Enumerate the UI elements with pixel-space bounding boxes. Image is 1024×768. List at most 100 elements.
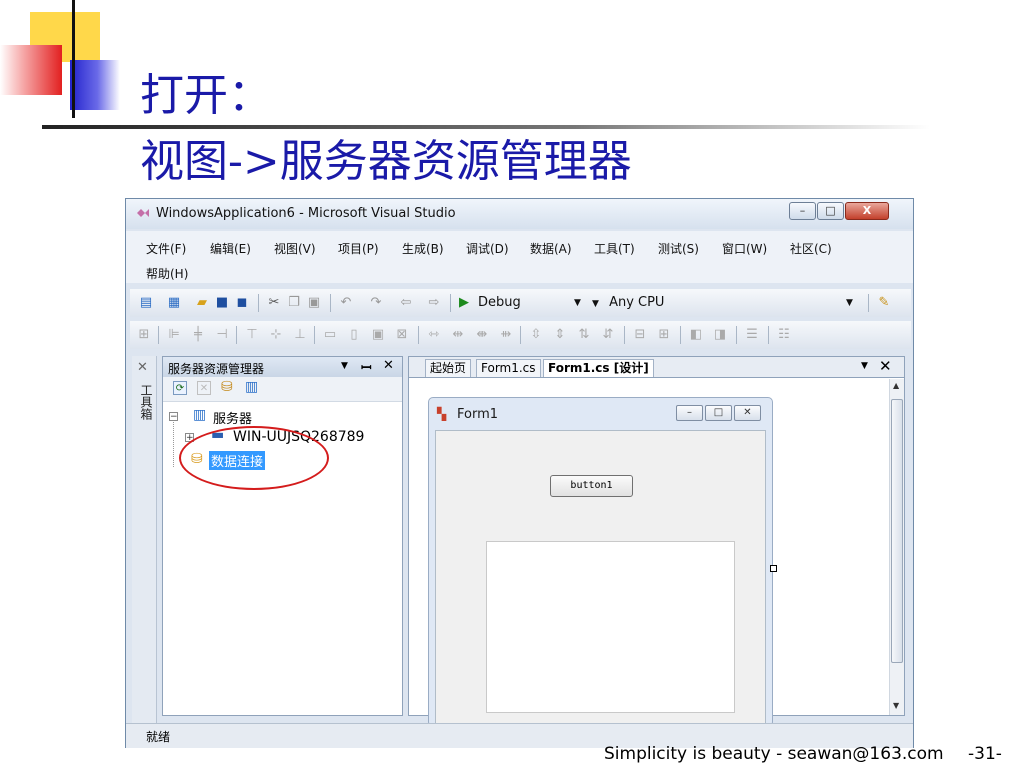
lock-controls-icon[interactable]: ☷ — [776, 327, 792, 343]
pane-close-icon[interactable]: ✕ — [383, 358, 394, 373]
button1[interactable]: button1 — [550, 475, 633, 497]
form-content-panel[interactable] — [486, 541, 735, 713]
make-same-height-icon[interactable]: ▯ — [346, 327, 362, 343]
size-to-grid-icon[interactable]: ⊠ — [394, 327, 410, 343]
solution-config-combo[interactable]: Debug ▼ — [478, 293, 588, 313]
pin-icon[interactable]: ꟷ — [361, 358, 372, 376]
save-all-icon[interactable]: ◼ — [234, 295, 250, 311]
designer-scrollbar[interactable]: ▲ ▼ — [889, 379, 904, 715]
form1-client-area[interactable]: button1 — [435, 430, 766, 730]
increase-v-spacing-icon[interactable]: ⇕ — [552, 327, 568, 343]
decoration-red-block — [0, 45, 62, 95]
decoration-vertical-line — [72, 0, 75, 118]
tab-form1-code[interactable]: Form1.cs — [476, 359, 541, 377]
scroll-down-icon[interactable]: ▼ — [893, 701, 899, 710]
decoration-blue-block — [70, 60, 120, 110]
open-folder-icon[interactable]: ▰ — [194, 295, 210, 311]
scroll-thumb[interactable] — [891, 399, 903, 663]
maximize-button[interactable]: □ — [817, 202, 844, 220]
pane-dropdown-icon[interactable]: ▼ — [341, 361, 348, 371]
send-to-back-icon[interactable]: ◨ — [712, 327, 728, 343]
menu-data[interactable]: 数据(A) — [530, 240, 572, 257]
toolbar-separator — [624, 326, 625, 344]
tab-start-page[interactable]: 起始页 — [425, 359, 472, 377]
toolbar-separator — [768, 326, 769, 344]
cut-icon[interactable]: ✂ — [266, 295, 282, 311]
align-bottoms-icon[interactable]: ⊥ — [292, 327, 308, 343]
menu-community[interactable]: 社区(C) — [790, 240, 832, 257]
menu-window[interactable]: 窗口(W) — [722, 240, 767, 257]
start-debugging-icon[interactable]: ▶ — [456, 295, 472, 311]
align-middles-icon[interactable]: ⊹ — [268, 327, 284, 343]
align-rights-icon[interactable]: ⊣ — [214, 327, 230, 343]
connect-to-server-icon[interactable]: ▥ — [245, 379, 258, 395]
align-lefts-icon[interactable]: ⊫ — [166, 327, 182, 343]
menu-file[interactable]: 文件(F) — [146, 240, 186, 257]
tab-form1-design[interactable]: Form1.cs [设计] — [543, 359, 654, 377]
scroll-up-icon[interactable]: ▲ — [893, 381, 899, 390]
vertical-spacing-icon[interactable]: ⇳ — [528, 327, 544, 343]
bring-to-front-icon[interactable]: ◧ — [688, 327, 704, 343]
menu-project[interactable]: 项目(P) — [338, 240, 379, 257]
form-icon: ▚ — [437, 407, 447, 421]
toolbar-separator — [158, 326, 159, 344]
form1-window[interactable]: ▚ Form1 – □ ✕ button1 — [428, 397, 773, 730]
remove-v-spacing-icon[interactable]: ⇵ — [600, 327, 616, 343]
tree-line — [173, 415, 175, 467]
toolbar-separator — [314, 326, 315, 344]
slide-title-line2: 视图->服务器资源管理器 — [140, 136, 632, 187]
make-same-size-icon[interactable]: ▣ — [370, 327, 386, 343]
document-tabs: 起始页 Form1.cs Form1.cs [设计] ▼ ✕ — [409, 357, 904, 378]
solution-platform-combo[interactable]: ▼ Any CPU ▼ — [592, 293, 862, 313]
toolbar-separator — [736, 326, 737, 344]
menu-edit[interactable]: 编辑(E) — [210, 240, 251, 257]
redo-icon[interactable]: ↷ — [368, 295, 384, 311]
menu-test[interactable]: 测试(S) — [658, 240, 699, 257]
paste-icon[interactable]: ▣ — [306, 295, 322, 311]
add-item-icon[interactable]: ▦ — [166, 295, 182, 311]
tabs-dropdown-icon[interactable]: ▼ — [861, 361, 868, 371]
navigate-forward-icon[interactable]: ⇨ — [426, 295, 442, 311]
save-icon[interactable]: ■ — [214, 295, 230, 311]
horizontal-spacing-icon[interactable]: ⇿ — [426, 327, 442, 343]
menu-tools[interactable]: 工具(T) — [594, 240, 635, 257]
navigate-back-icon[interactable]: ⇦ — [398, 295, 414, 311]
align-to-grid-icon[interactable]: ⊞ — [136, 327, 152, 343]
menu-debug[interactable]: 调试(D) — [466, 240, 509, 257]
decrease-v-spacing-icon[interactable]: ⇅ — [576, 327, 592, 343]
close-button[interactable]: X — [845, 202, 889, 220]
designer-pane: 起始页 Form1.cs Form1.cs [设计] ▼ ✕ ▚ Form1 –… — [408, 356, 905, 730]
undo-icon[interactable]: ↶ — [338, 295, 354, 311]
align-tops-icon[interactable]: ⊤ — [244, 327, 260, 343]
center-vertically-icon[interactable]: ⊞ — [656, 327, 672, 343]
increase-h-spacing-icon[interactable]: ⇹ — [450, 327, 466, 343]
stop-refresh-icon[interactable]: ✕ — [197, 381, 211, 395]
resize-handle[interactable] — [770, 565, 777, 572]
refresh-icon[interactable]: ⟳ — [173, 381, 187, 395]
collapse-icon[interactable]: − — [169, 412, 178, 422]
window-title: WindowsApplication6 - Microsoft Visual S… — [156, 206, 456, 221]
minimize-button[interactable]: – — [789, 202, 816, 220]
make-same-width-icon[interactable]: ▭ — [322, 327, 338, 343]
decrease-h-spacing-icon[interactable]: ⇼ — [474, 327, 490, 343]
menu-build[interactable]: 生成(B) — [402, 240, 444, 257]
status-text: 就绪 — [146, 730, 171, 744]
form-maximize-icon: □ — [705, 405, 732, 421]
center-horizontally-icon[interactable]: ⊟ — [632, 327, 648, 343]
connect-to-database-icon[interactable]: ⛁ — [221, 379, 233, 395]
toolbox-strip[interactable]: ✕ 工具箱 — [132, 356, 157, 736]
toolbar-separator — [330, 294, 331, 312]
new-project-icon[interactable]: ▤ — [138, 295, 154, 311]
align-centers-icon[interactable]: ╪ — [190, 327, 206, 343]
menu-view[interactable]: 视图(V) — [274, 240, 316, 257]
form1-title: Form1 — [457, 407, 499, 422]
copy-icon[interactable]: ❐ — [286, 295, 302, 311]
menu-help[interactable]: 帮助(H) — [146, 265, 188, 282]
tab-order-icon[interactable]: ☰ — [744, 327, 760, 343]
tree-node-servers[interactable]: 服务器 — [213, 408, 252, 427]
remove-h-spacing-icon[interactable]: ⇻ — [498, 327, 514, 343]
highlight-oval — [179, 426, 329, 490]
tab-close-icon[interactable]: ✕ — [879, 357, 892, 375]
find-in-files-icon[interactable]: ✎ — [876, 295, 892, 311]
standard-toolbar: ▤ ▦ ▰ ■ ◼ ✂ ❐ ▣ ↶ ↷ ⇦ ⇨ ▶ Debug ▼ ▼ Any … — [130, 289, 911, 317]
